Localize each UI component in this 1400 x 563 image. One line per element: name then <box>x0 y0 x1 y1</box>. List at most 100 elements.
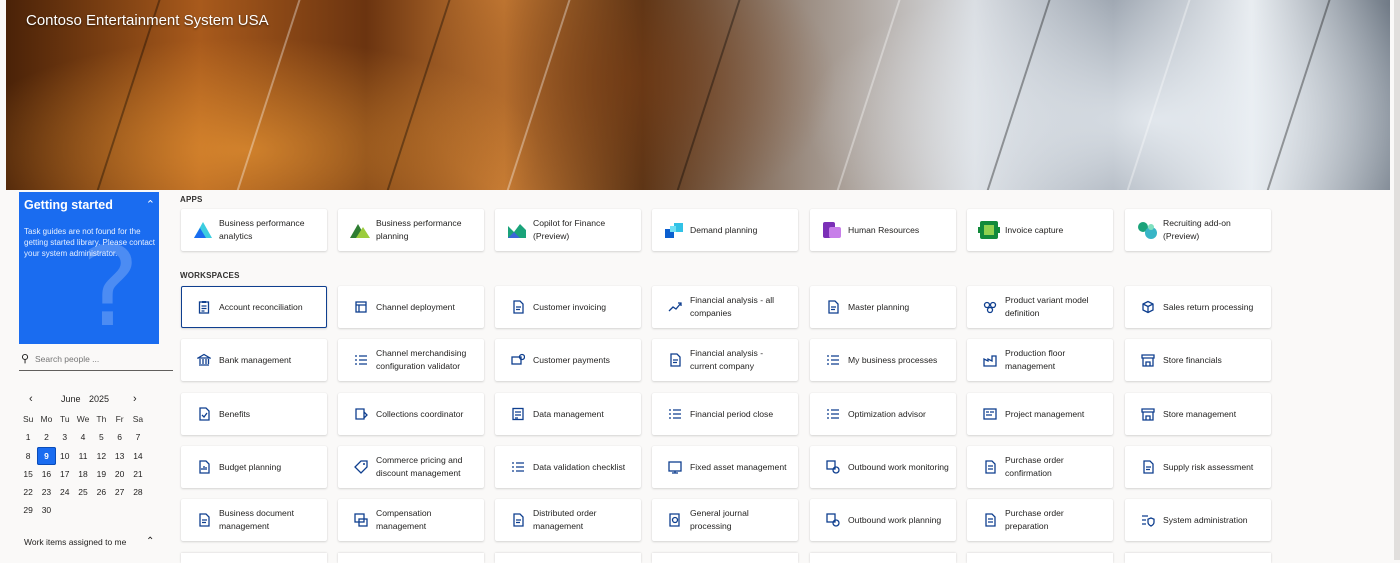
workspace-tile[interactable]: Customer payments <box>495 339 641 381</box>
workspace-tile[interactable]: Product variant model definition <box>967 286 1113 328</box>
calendar-day[interactable]: 7 <box>129 428 147 446</box>
workspace-tile[interactable]: Fixed asset management <box>652 446 798 488</box>
workspace-tile[interactable]: Purchase order confirmation <box>967 446 1113 488</box>
search-people-input[interactable] <box>35 352 169 366</box>
calendar-day[interactable]: 23 <box>37 483 55 501</box>
tile-label: Invoice capture <box>1005 224 1064 235</box>
calendar-year[interactable]: 2025 <box>89 394 109 404</box>
workspace-tile[interactable]: Bank management <box>181 339 327 381</box>
calendar-day[interactable]: 14 <box>129 447 147 465</box>
calendar-month[interactable]: June <box>61 394 81 404</box>
workspace-tile[interactable]: Business document management <box>181 499 327 541</box>
workspace-tile[interactable]: Financial analysis - all companies <box>652 286 798 328</box>
calendar-day[interactable]: 19 <box>92 465 110 483</box>
workspace-tile[interactable] <box>810 553 956 563</box>
workspace-tile[interactable]: Store financials <box>1125 339 1271 381</box>
workspace-tile[interactable]: Supply risk assessment <box>1125 446 1271 488</box>
calendar-day[interactable]: 21 <box>129 465 147 483</box>
calendar-day[interactable]: 4 <box>74 428 92 446</box>
risk-doc-icon <box>1141 460 1155 474</box>
workspace-tile[interactable]: Distributed order management <box>495 499 641 541</box>
workspace-tile[interactable]: Master planning <box>810 286 956 328</box>
workspace-tile[interactable] <box>338 553 484 563</box>
calendar-day[interactable]: 3 <box>56 428 74 446</box>
calendar-day[interactable]: 26 <box>92 483 110 501</box>
calendar-day[interactable]: 28 <box>129 483 147 501</box>
order-doc-icon <box>511 513 525 527</box>
chevron-left-icon[interactable]: ‹ <box>29 393 33 405</box>
channel-icon <box>354 300 368 314</box>
calendar-day[interactable]: 1 <box>19 428 37 446</box>
tile-label: Copilot for Finance (Preview) <box>533 218 606 241</box>
benefits-icon <box>197 407 211 421</box>
workspace-tile[interactable]: Store management <box>1125 393 1271 435</box>
workspace-tile[interactable]: Collections coordinator <box>338 393 484 435</box>
chevron-up-icon[interactable]: ⌃ <box>146 536 154 547</box>
tile-label: Outbound work planning <box>848 514 942 525</box>
workspace-tile[interactable]: Outbound work monitoring <box>810 446 956 488</box>
workspace-tile[interactable]: Project management <box>967 393 1113 435</box>
workspace-tile[interactable]: Account reconciliation <box>181 286 327 328</box>
workspace-tile[interactable]: Purchase order preparation <box>967 499 1113 541</box>
calendar-day[interactable]: 17 <box>56 465 74 483</box>
calendar-day[interactable]: 16 <box>37 465 55 483</box>
workspace-tile[interactable]: General journal processing <box>652 499 798 541</box>
app-tile[interactable]: Human Resources <box>810 209 956 251</box>
workspace-tile[interactable] <box>652 553 798 563</box>
workspace-tile[interactable] <box>967 553 1113 563</box>
workspace-tile[interactable]: Channel deployment <box>338 286 484 328</box>
calendar-day[interactable]: 12 <box>92 447 110 465</box>
calendar-day[interactable]: 29 <box>19 501 37 519</box>
calendar-day[interactable]: 11 <box>74 447 92 465</box>
workspace-tile[interactable]: Budget planning <box>181 446 327 488</box>
workspace-tile[interactable]: Data validation checklist <box>495 446 641 488</box>
workspace-tile[interactable]: System administration <box>1125 499 1271 541</box>
workspace-tile[interactable]: Financial period close <box>652 393 798 435</box>
calendar-day[interactable]: 13 <box>110 447 128 465</box>
workspace-tile[interactable]: Financial analysis - current company <box>652 339 798 381</box>
calendar-day[interactable]: 25 <box>74 483 92 501</box>
calendar-day[interactable]: 5 <box>92 428 110 446</box>
app-tile[interactable]: Demand planning <box>652 209 798 251</box>
human-resources-icon <box>820 218 844 242</box>
calendar-day[interactable]: 6 <box>110 428 128 446</box>
calendar-day[interactable]: 9 <box>37 446 56 465</box>
calendar-day[interactable]: 30 <box>37 501 55 519</box>
workspace-tile[interactable]: Channel merchandising configuration vali… <box>338 339 484 381</box>
calendar-day[interactable]: 15 <box>19 465 37 483</box>
calendar-day[interactable]: 27 <box>110 483 128 501</box>
workspace-tile[interactable]: Data management <box>495 393 641 435</box>
workspace-tile[interactable]: Customer invoicing <box>495 286 641 328</box>
calendar-day[interactable]: 8 <box>19 447 37 465</box>
workspace-tile[interactable] <box>181 553 327 563</box>
calendar-day[interactable]: 2 <box>37 428 55 446</box>
scrollbar[interactable] <box>1394 0 1400 560</box>
workspace-tile[interactable]: Benefits <box>181 393 327 435</box>
app-tile[interactable]: Copilot for Finance (Preview) <box>495 209 641 251</box>
calendar-day[interactable]: 18 <box>74 465 92 483</box>
workspace-tile[interactable]: Production floor management <box>967 339 1113 381</box>
calendar-day[interactable]: 22 <box>19 483 37 501</box>
chevron-up-icon[interactable]: ⌃ <box>146 198 155 211</box>
calendar-day[interactable]: 24 <box>56 483 74 501</box>
workspace-tile[interactable]: Compensation management <box>338 499 484 541</box>
workspace-tile[interactable]: Optimization advisor <box>810 393 956 435</box>
app-tile[interactable]: Business performance planning <box>338 209 484 251</box>
getting-started-title: Getting started <box>24 198 113 212</box>
app-tile[interactable]: Business performance analytics <box>181 209 327 251</box>
workspace-tile[interactable] <box>495 553 641 563</box>
calendar-day[interactable]: 10 <box>56 447 74 465</box>
workspace-tile[interactable]: Sales return processing <box>1125 286 1271 328</box>
tile-label: Customer invoicing <box>533 301 607 312</box>
workspace-tile[interactable]: My business processes <box>810 339 956 381</box>
chevron-right-icon[interactable]: › <box>133 393 137 405</box>
workspace-tile[interactable]: Commerce pricing and discount management <box>338 446 484 488</box>
calendar-day[interactable]: 20 <box>110 465 128 483</box>
business-performance-analytics-icon <box>191 218 215 242</box>
app-tile[interactable]: Recruiting add-on (Preview) <box>1125 209 1271 251</box>
app-tile[interactable]: Invoice capture <box>967 209 1113 251</box>
workspace-tile[interactable] <box>1125 553 1271 563</box>
invoice-icon <box>511 300 525 314</box>
workspace-tile[interactable]: Outbound work planning <box>810 499 956 541</box>
collections-icon <box>354 407 368 421</box>
